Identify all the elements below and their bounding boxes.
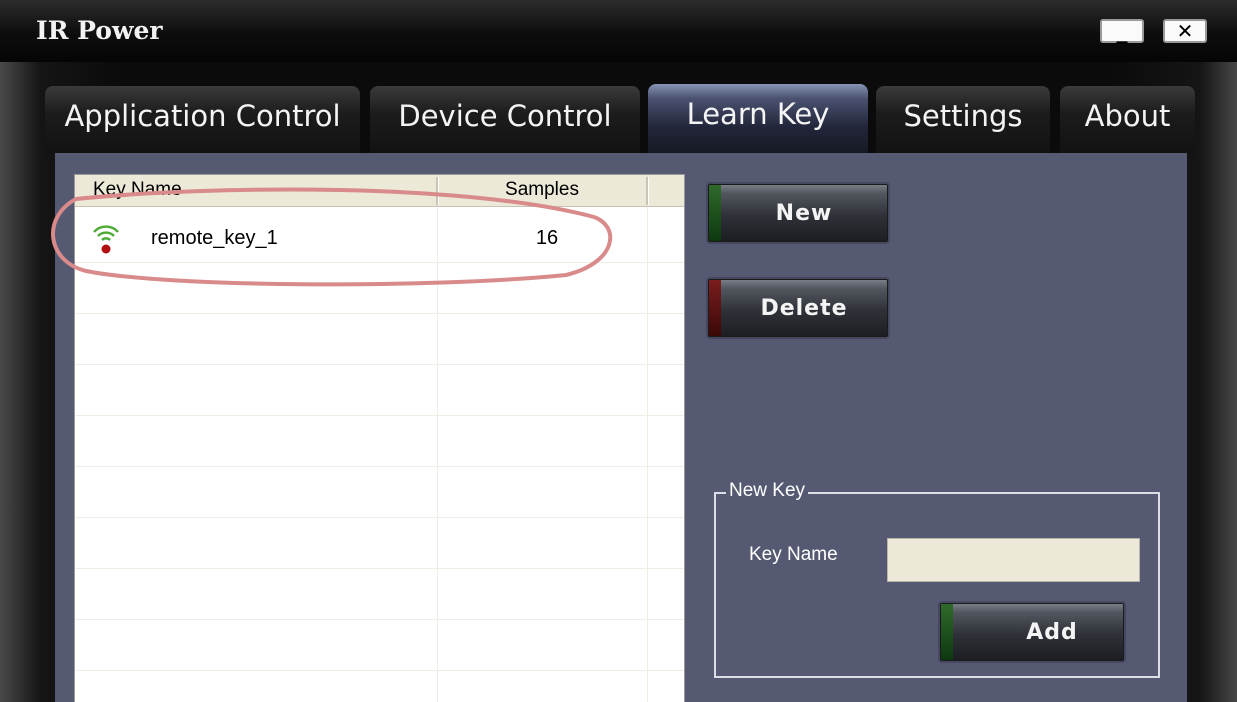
- key-name-cell: remote_key_1: [151, 227, 278, 249]
- samples-cell: 16: [535, 227, 559, 249]
- grid-line: [75, 313, 684, 314]
- delete-button-label: Delete: [760, 296, 848, 321]
- window-title: IR Power: [36, 16, 163, 45]
- tab-about[interactable]: About: [1060, 86, 1195, 154]
- tab-settings[interactable]: Settings: [876, 86, 1050, 154]
- button-accent: [709, 280, 721, 336]
- button-accent: [709, 185, 721, 241]
- grid-line: [75, 517, 684, 518]
- app-window: IR Power _ ✕ Application Control Device …: [0, 0, 1237, 702]
- grid-line: [75, 262, 684, 263]
- grid-line: [75, 364, 684, 365]
- close-button[interactable]: ✕: [1163, 19, 1207, 43]
- grid-line: [437, 207, 438, 702]
- delete-button[interactable]: Delete: [708, 279, 888, 337]
- grid-line: [75, 568, 684, 569]
- grid-line: [647, 207, 648, 702]
- ir-signal-icon: [93, 225, 119, 254]
- key-name-label: Key Name: [749, 544, 838, 565]
- button-accent: [941, 604, 953, 660]
- column-header-key-name[interactable]: Key Name: [93, 179, 182, 201]
- new-button-label: New: [775, 201, 833, 226]
- column-header-samples[interactable]: Samples: [437, 179, 647, 201]
- grid-line: [75, 619, 684, 620]
- tab-learn-key[interactable]: Learn Key: [648, 84, 868, 156]
- new-key-legend: New Key: [726, 480, 809, 502]
- grid-line: [75, 670, 684, 671]
- key-list[interactable]: Key Name Samples remote_key_1 16: [74, 174, 685, 702]
- grid-line: [75, 466, 684, 467]
- add-button-label: Add: [1026, 620, 1078, 645]
- grid-line: [75, 415, 684, 416]
- add-button[interactable]: Add: [940, 603, 1124, 661]
- tab-application-control[interactable]: Application Control: [45, 86, 360, 154]
- column-divider[interactable]: [646, 177, 649, 205]
- list-header: Key Name Samples: [75, 175, 684, 207]
- title-bar[interactable]: IR Power _ ✕: [0, 0, 1237, 62]
- minimize-button[interactable]: _: [1100, 19, 1144, 43]
- key-name-input[interactable]: [887, 538, 1140, 582]
- new-button[interactable]: New: [708, 184, 888, 242]
- tab-device-control[interactable]: Device Control: [370, 86, 640, 154]
